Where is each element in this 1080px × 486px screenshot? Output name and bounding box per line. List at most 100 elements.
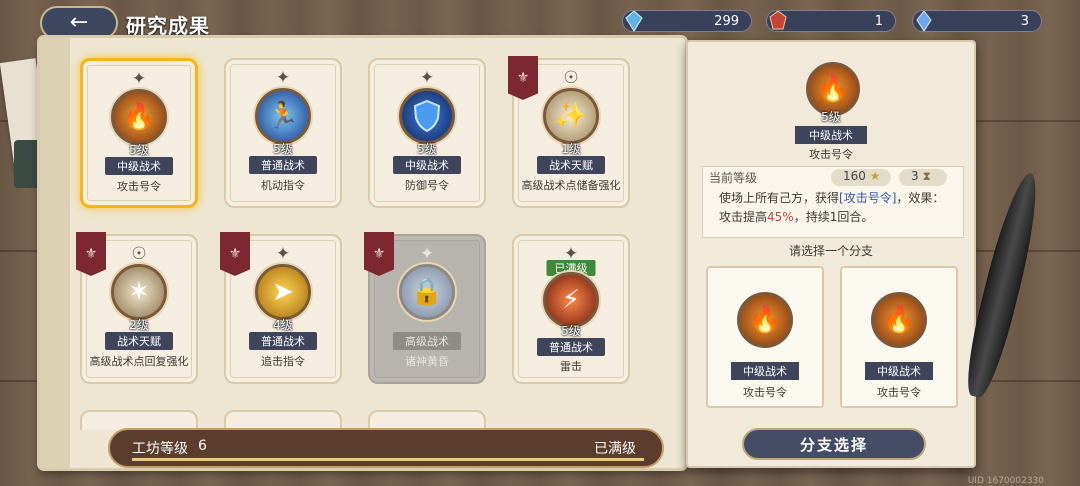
blue-crystal-icon <box>621 8 647 34</box>
card-name: 机动指令 <box>261 179 305 192</box>
sparkle-icon: ✨ <box>543 88 599 144</box>
detail-panel: 🔥 5级 中级战术 攻击号令 当前等级 160 ★ 3 ⧗ 使场上所有己方，获得… <box>686 40 976 468</box>
card-level: 1级 <box>561 142 581 156</box>
blue-gem-icon <box>911 8 937 34</box>
desc-skill: [攻击号令] <box>839 191 897 205</box>
red-gem-icon <box>765 8 791 34</box>
resource-red-gem[interactable]: 1 <box>766 10 896 32</box>
skill-description: 使场上所有己方，获得[攻击号令]，效果：攻击提高45%，持续1回合。 <box>719 189 955 227</box>
detail-tag: 中级战术 <box>795 126 867 144</box>
cost-gold: 160 ★ <box>831 169 891 186</box>
flame-figure-icon: 🔥 <box>871 292 927 348</box>
research-card-partial[interactable] <box>224 410 342 430</box>
back-button[interactable]: ← <box>40 6 118 40</box>
card-name: 雷击 <box>560 360 582 373</box>
card-level: 5级 <box>273 142 293 156</box>
research-card-reserve-boost[interactable]: ⚜ ☉ ✨ 1级 战术天赋 高级战术点储备强化 <box>508 56 630 208</box>
ring-icon: ☉ <box>131 244 147 264</box>
card-name: 防御号令 <box>405 179 449 192</box>
resource-value: 1 <box>874 13 883 29</box>
card-tag: 中级战术 <box>105 157 173 175</box>
resource-blue-gem[interactable]: 3 <box>912 10 1042 32</box>
rank-banner-icon: ⚜ <box>220 232 250 276</box>
arrow-icon: ➤ <box>255 264 311 320</box>
branch-name: 攻击号令 <box>743 386 787 399</box>
flame-figure-icon: 🔥 <box>111 89 167 145</box>
research-card-partial[interactable] <box>368 410 486 430</box>
card-name: 攻击号令 <box>117 180 161 193</box>
running-figure-icon: 🏃 <box>255 88 311 144</box>
hourglass-icon: ⧗ <box>922 169 931 183</box>
card-level: 2级 <box>129 318 149 332</box>
cost-value: 3 <box>911 169 919 183</box>
research-card-partial[interactable] <box>80 410 198 430</box>
desc-text: 使场上所有己方，获得 <box>719 191 840 205</box>
branch-option-2[interactable]: 🔥 中级战术 攻击号令 <box>840 266 958 408</box>
card-tag: 普通战术 <box>249 332 317 350</box>
choose-branch-label: 请选择一个分支 <box>788 244 873 258</box>
card-name: 追击指令 <box>261 355 305 368</box>
branch-tag: 中级战术 <box>731 362 799 380</box>
resource-crystal[interactable]: 299 <box>622 10 752 32</box>
card-level: 4级 <box>273 318 293 332</box>
lock-icon: 🔒 <box>399 264 455 320</box>
branch-option-1[interactable]: 🔥 中级战术 攻击号令 <box>706 266 824 408</box>
research-grid-panel: ✦ 🔥 5级 中级战术 攻击号令 ✦ 🏃 5级 普通战术 机动指令 ✦ 5级 中… <box>40 38 685 468</box>
star-icon: ✦ <box>131 69 147 89</box>
page-title: 研究成果 <box>126 14 210 38</box>
book-spine <box>40 38 70 468</box>
lightning-icon: ⚡ <box>543 272 599 328</box>
workshop-level-bar: 工坊等级 6 已满级 <box>108 428 664 468</box>
research-card-recovery-boost[interactable]: ⚜ ☉ ✶ 2级 战术天赋 高级战术点回复强化 <box>76 232 198 384</box>
uid-label: UID 1670002330 <box>967 476 1044 486</box>
ink-bottle <box>14 140 42 188</box>
current-level-label: 当前等级 <box>709 171 758 185</box>
branch-name: 攻击号令 <box>877 386 921 399</box>
card-name: 高级战术点回复强化 <box>89 355 189 368</box>
ring-icon: ☉ <box>563 68 579 88</box>
card-tag: 高级战术 <box>393 332 461 350</box>
star-icon: ✦ <box>275 244 291 264</box>
resource-value: 3 <box>1020 13 1029 29</box>
flame-figure-icon: 🔥 <box>737 292 793 348</box>
card-name: 诸神黄昏 <box>405 355 449 368</box>
card-level: 5级 <box>561 324 581 338</box>
research-card-ragnarok[interactable]: ⚜ ✦ 🔒 高级战术 诸神黄昏 <box>364 232 486 384</box>
research-card-mobility-order[interactable]: ✦ 🏃 5级 普通战术 机动指令 <box>224 58 342 208</box>
card-tag: 战术天赋 <box>105 332 173 350</box>
research-card-thunder[interactable]: ✦ 已满级 ⚡ 5级 普通战术 雷击 <box>512 234 630 384</box>
star-icon: ✦ <box>419 244 435 264</box>
gold-star-icon: ★ <box>869 169 881 183</box>
desc-percent: 45% <box>767 210 794 224</box>
card-level: 5级 <box>129 143 149 157</box>
research-card-attack-order[interactable]: ✦ 🔥 5级 中级战术 攻击号令 <box>80 58 198 208</box>
progress-fill <box>132 458 644 461</box>
detail-level: 5级 <box>821 110 841 124</box>
research-card-defense-order[interactable]: ✦ 5级 中级战术 防御号令 <box>368 58 486 208</box>
detail-name: 攻击号令 <box>809 148 853 161</box>
card-name: 高级战术点储备强化 <box>521 179 621 192</box>
research-card-pursuit-order[interactable]: ⚜ ✦ ➤ 4级 普通战术 追击指令 <box>220 232 342 384</box>
card-tag: 战术天赋 <box>537 156 605 174</box>
star-icon: ✦ <box>275 68 291 88</box>
card-tag: 中级战术 <box>393 156 461 174</box>
detail-description-box: 当前等级 160 ★ 3 ⧗ 使场上所有己方，获得[攻击号令]，效果：攻击提高4… <box>702 166 964 238</box>
shield-icon <box>399 88 455 144</box>
rank-banner-icon: ⚜ <box>508 56 538 100</box>
star-icon: ✦ <box>419 68 435 88</box>
resource-value: 299 <box>714 13 739 29</box>
desc-text: ，持续1回合。 <box>793 210 874 224</box>
card-level: 5级 <box>417 142 437 156</box>
cost-value: 160 <box>843 169 866 183</box>
workshop-label: 工坊等级 <box>132 441 188 457</box>
card-tag: 普通战术 <box>537 338 605 356</box>
back-arrow-icon: ← <box>69 10 89 35</box>
workshop-level: 6 <box>198 438 207 454</box>
workshop-progress <box>132 458 644 461</box>
rank-banner-icon: ⚜ <box>364 232 394 276</box>
rank-banner-icon: ⚜ <box>76 232 106 276</box>
compass-icon: ✶ <box>111 264 167 320</box>
branch-select-button[interactable]: 分支选择 <box>742 428 926 460</box>
card-tag: 普通战术 <box>249 156 317 174</box>
workshop-status: 已满级 <box>594 441 636 457</box>
